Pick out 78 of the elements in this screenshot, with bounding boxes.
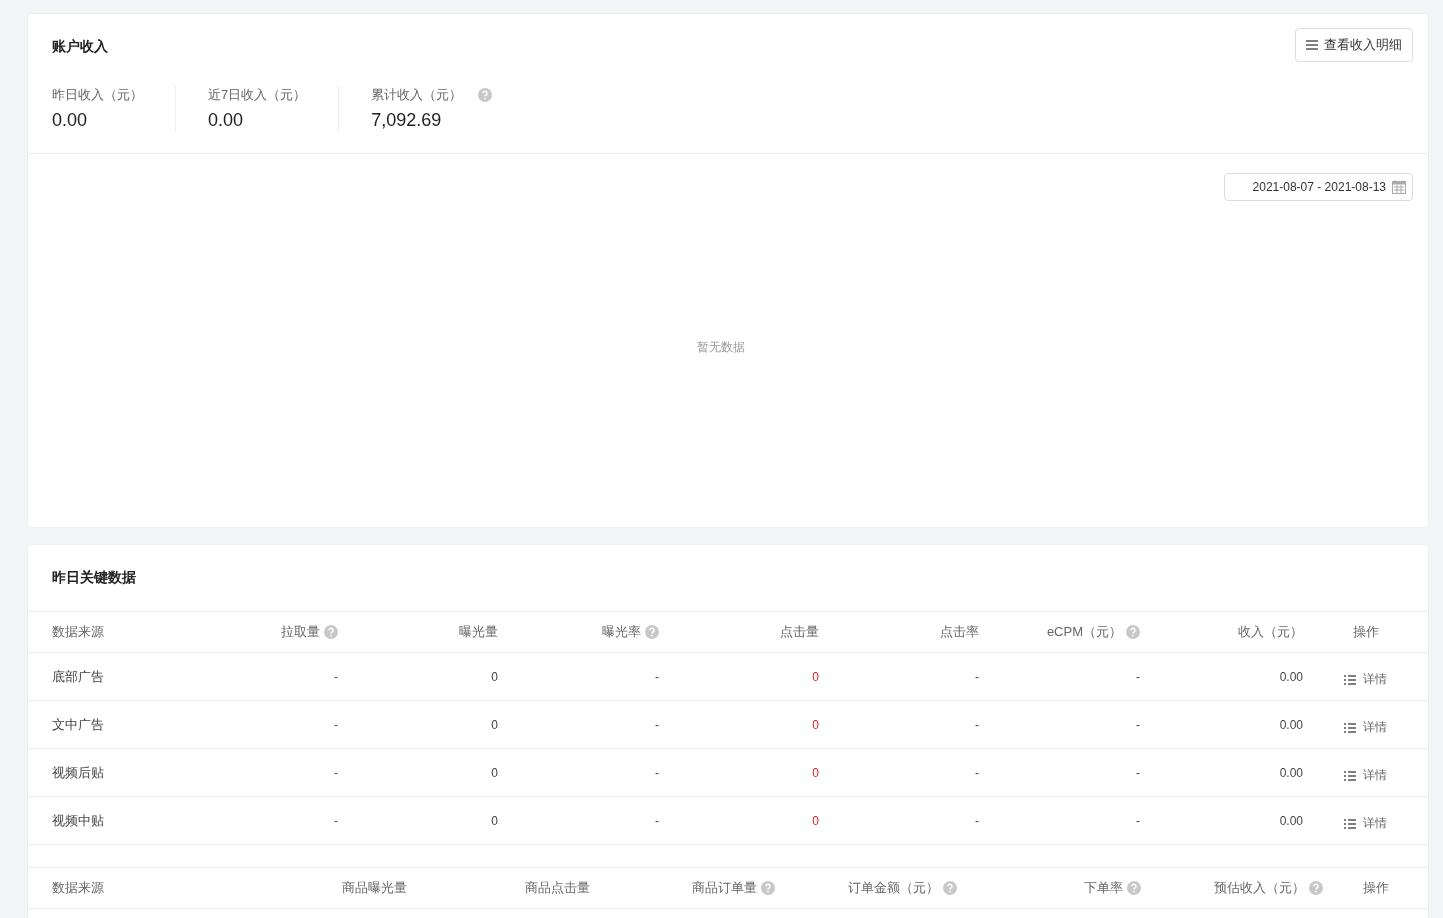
table-cell-text: 0 [490,669,498,684]
menu-icon [1306,40,1318,50]
stat-label: 近7日收入（元） [208,86,307,104]
table-cell-text: 0 [490,765,498,780]
help-icon[interactable] [645,625,659,639]
table-cell-text: 文中广告 [52,715,105,734]
table-cell-text: - [654,717,659,732]
table-cell-text: - [654,765,659,780]
table-cell-text: - [1135,669,1140,684]
table-cell-text: 底部广告 [52,667,105,686]
table-cell-text: - [333,813,338,828]
stat-label: 昨日收入（元） [52,86,143,104]
stat-value: 0.00 [208,110,245,131]
table-cell-text: 0 [811,717,819,732]
table-cell-text: - [654,669,659,684]
list-icon [1344,722,1356,733]
column-header: 数据来源 [52,623,104,641]
detail-link[interactable]: 详情 [1344,671,1387,688]
table-cell-text: 0.00 [1278,717,1303,732]
section-title: 昨日关键数据 [28,545,1428,612]
detail-link[interactable]: 详情 [1344,815,1387,832]
table-cell-text: 视频中贴 [52,811,105,830]
table-cell-text: - [1135,765,1140,780]
table-cell-text: - [974,669,979,684]
table-cell-text: - [974,717,979,732]
column-header: 点击量 [780,623,819,641]
table-cell-text: - [1135,717,1140,732]
column-header: 收入（元） [1238,623,1303,641]
table-cell-text: 视频后贴 [52,763,105,782]
table-cell-text: 0.00 [1278,765,1303,780]
table-cell-text: 0.00 [1278,813,1303,828]
stat-value: 0.00 [52,110,89,131]
table-cell-text: 0 [811,669,819,684]
help-icon[interactable] [761,881,775,895]
help-icon[interactable] [943,881,957,895]
calendar-icon [1392,180,1406,194]
section-title: 账户收入 [52,38,109,56]
date-range-field[interactable]: 2021-08-07 - 2021-08-13 [1223,173,1413,201]
column-header: 操作 [1362,879,1389,897]
list-icon [1344,818,1356,829]
column-header: 下单率 [1084,879,1123,897]
column-header: 操作 [1352,623,1379,641]
table-cell-text: 0 [811,813,819,828]
column-header: 曝光率 [602,623,641,641]
table-cell-text: - [974,765,979,780]
stat-label: 累计收入（元） [371,86,463,104]
stat-value: 7,092.69 [371,110,443,131]
table-cell-text: 0 [811,765,819,780]
table-cell-text: 0 [490,813,498,828]
income-detail-button[interactable]: 查看收入明细 [1295,28,1413,62]
detail-link[interactable]: 详情 [1344,719,1387,736]
column-header: 预估收入（元） [1214,879,1305,897]
column-header: 商品点击量 [525,879,590,897]
help-icon[interactable] [478,88,493,102]
list-icon [1344,674,1356,685]
column-header: 商品订单量 [692,879,757,897]
empty-message: 暂无数据 [696,339,745,356]
detail-link[interactable]: 详情 [1344,767,1387,784]
help-icon[interactable] [1126,625,1140,639]
table-cell-text: - [333,669,338,684]
column-header: 商品曝光量 [342,879,407,897]
help-icon[interactable] [324,625,338,639]
column-header: eCPM（元） [1046,623,1122,641]
table-cell-text: 0.00 [1278,669,1303,684]
table-cell-text: - [333,765,338,780]
column-header: 曝光量 [459,623,498,641]
column-header: 点击率 [940,623,979,641]
column-header: 拉取量 [281,623,320,641]
table-cell-text: - [333,717,338,732]
table-cell-text: - [974,813,979,828]
list-icon [1344,770,1356,781]
table-cell-text: 0 [490,717,498,732]
help-icon[interactable] [1309,881,1323,895]
column-header: 订单金额（元） [848,879,939,897]
table-cell-text: - [654,813,659,828]
column-header: 数据来源 [52,879,104,897]
help-icon[interactable] [1127,881,1141,895]
table-cell-text: - [1135,813,1140,828]
